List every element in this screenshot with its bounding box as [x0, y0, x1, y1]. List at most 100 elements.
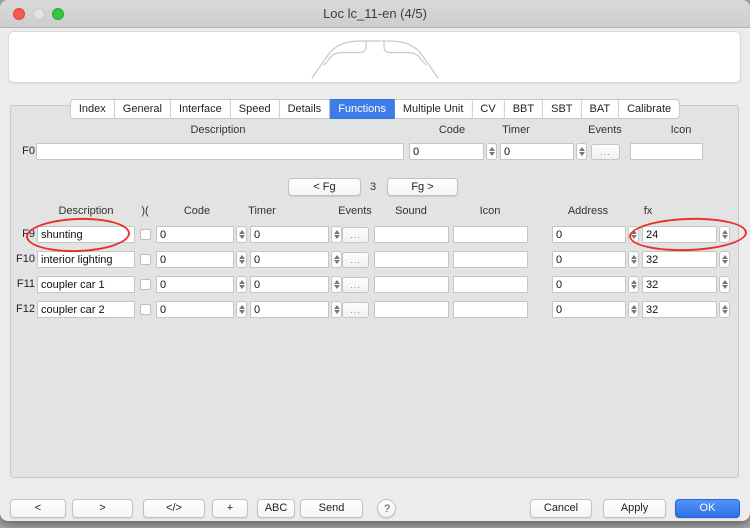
code-stepper[interactable] [236, 251, 247, 268]
stepper-down-arrow[interactable] [334, 285, 340, 289]
stepper-up-arrow[interactable] [722, 230, 728, 234]
tab-functions[interactable]: Functions [330, 99, 395, 119]
stepper-up-arrow[interactable] [334, 305, 340, 309]
momentary-checkbox[interactable] [140, 229, 151, 240]
description-input[interactable] [37, 251, 135, 268]
address-stepper[interactable] [628, 226, 639, 243]
stepper-down-arrow[interactable] [631, 285, 637, 289]
icon-input[interactable] [453, 276, 528, 293]
fx-stepper[interactable] [719, 251, 730, 268]
timer-input[interactable] [250, 276, 329, 293]
stepper-up-arrow[interactable] [722, 255, 728, 259]
f0-description-input[interactable] [36, 143, 404, 160]
fg-prev-button[interactable]: < Fg [288, 178, 361, 196]
send-button[interactable]: Send [300, 499, 363, 518]
stepper-up-arrow[interactable] [579, 147, 585, 151]
icon-input[interactable] [453, 301, 528, 318]
f0-code-stepper[interactable] [486, 143, 497, 160]
address-stepper[interactable] [628, 301, 639, 318]
stepper-up-arrow[interactable] [334, 230, 340, 234]
address-input[interactable] [552, 251, 626, 268]
cancel-button[interactable]: Cancel [530, 499, 592, 518]
stepper-down-arrow[interactable] [631, 235, 637, 239]
icon-input[interactable] [453, 226, 528, 243]
stepper-up-arrow[interactable] [239, 255, 245, 259]
stepper-down-arrow[interactable] [334, 310, 340, 314]
stepper-up-arrow[interactable] [631, 255, 637, 259]
stepper-down-arrow[interactable] [334, 260, 340, 264]
sound-input[interactable] [374, 276, 449, 293]
code-input[interactable] [156, 226, 234, 243]
tab-general[interactable]: General [115, 99, 171, 119]
stepper-up-arrow[interactable] [489, 147, 495, 151]
tab-calibrate[interactable]: Calibrate [619, 99, 680, 119]
timer-input[interactable] [250, 226, 329, 243]
code-input[interactable] [156, 251, 234, 268]
stepper-down-arrow[interactable] [239, 260, 245, 264]
address-input[interactable] [552, 301, 626, 318]
code-stepper[interactable] [236, 301, 247, 318]
stepper-down-arrow[interactable] [722, 310, 728, 314]
stepper-up-arrow[interactable] [722, 280, 728, 284]
fx-input[interactable] [642, 276, 717, 293]
ok-button[interactable]: OK [675, 499, 740, 518]
stepper-up-arrow[interactable] [239, 280, 245, 284]
stepper-down-arrow[interactable] [631, 310, 637, 314]
timer-input[interactable] [250, 251, 329, 268]
stepper-up-arrow[interactable] [631, 280, 637, 284]
momentary-checkbox[interactable] [140, 304, 151, 315]
code-input[interactable] [156, 301, 234, 318]
stepper-down-arrow[interactable] [722, 235, 728, 239]
tab-interface[interactable]: Interface [171, 99, 231, 119]
help-button[interactable]: ? [377, 499, 396, 518]
tab-cv[interactable]: CV [472, 99, 504, 119]
timer-stepper[interactable] [331, 226, 342, 243]
momentary-checkbox[interactable] [140, 279, 151, 290]
events-button[interactable]: ... [342, 302, 369, 318]
abc-button[interactable]: ABC [257, 499, 295, 518]
tab-bbt[interactable]: BBT [505, 99, 543, 119]
events-button[interactable]: ... [342, 252, 369, 268]
fg-next-button[interactable]: Fg > [387, 178, 458, 196]
description-input[interactable] [37, 276, 135, 293]
stepper-down-arrow[interactable] [334, 235, 340, 239]
stepper-up-arrow[interactable] [334, 280, 340, 284]
timer-input[interactable] [250, 301, 329, 318]
address-input[interactable] [552, 226, 626, 243]
timer-stepper[interactable] [331, 301, 342, 318]
momentary-checkbox[interactable] [140, 254, 151, 265]
timer-stepper[interactable] [331, 251, 342, 268]
stepper-up-arrow[interactable] [334, 255, 340, 259]
code-view-button[interactable]: </> [143, 499, 205, 518]
address-input[interactable] [552, 276, 626, 293]
fx-stepper[interactable] [719, 301, 730, 318]
tab-bat[interactable]: BAT [582, 99, 620, 119]
sound-input[interactable] [374, 251, 449, 268]
fx-input[interactable] [642, 226, 717, 243]
stepper-down-arrow[interactable] [631, 260, 637, 264]
tab-speed[interactable]: Speed [231, 99, 280, 119]
f0-events-button[interactable]: ... [591, 144, 620, 160]
tab-multiple-unit[interactable]: Multiple Unit [395, 99, 473, 119]
stepper-down-arrow[interactable] [579, 152, 585, 156]
stepper-up-arrow[interactable] [631, 305, 637, 309]
code-input[interactable] [156, 276, 234, 293]
events-button[interactable]: ... [342, 227, 369, 243]
f0-timer-stepper[interactable] [576, 143, 587, 160]
stepper-up-arrow[interactable] [631, 230, 637, 234]
icon-input[interactable] [453, 251, 528, 268]
stepper-up-arrow[interactable] [239, 230, 245, 234]
add-button[interactable]: + [212, 499, 248, 518]
f0-code-input[interactable] [409, 143, 484, 160]
fx-stepper[interactable] [719, 276, 730, 293]
stepper-down-arrow[interactable] [239, 285, 245, 289]
stepper-down-arrow[interactable] [239, 310, 245, 314]
f0-icon-input[interactable] [630, 143, 703, 160]
address-stepper[interactable] [628, 251, 639, 268]
stepper-down-arrow[interactable] [722, 260, 728, 264]
stepper-down-arrow[interactable] [489, 152, 495, 156]
description-input[interactable] [37, 301, 135, 318]
address-stepper[interactable] [628, 276, 639, 293]
timer-stepper[interactable] [331, 276, 342, 293]
stepper-up-arrow[interactable] [239, 305, 245, 309]
